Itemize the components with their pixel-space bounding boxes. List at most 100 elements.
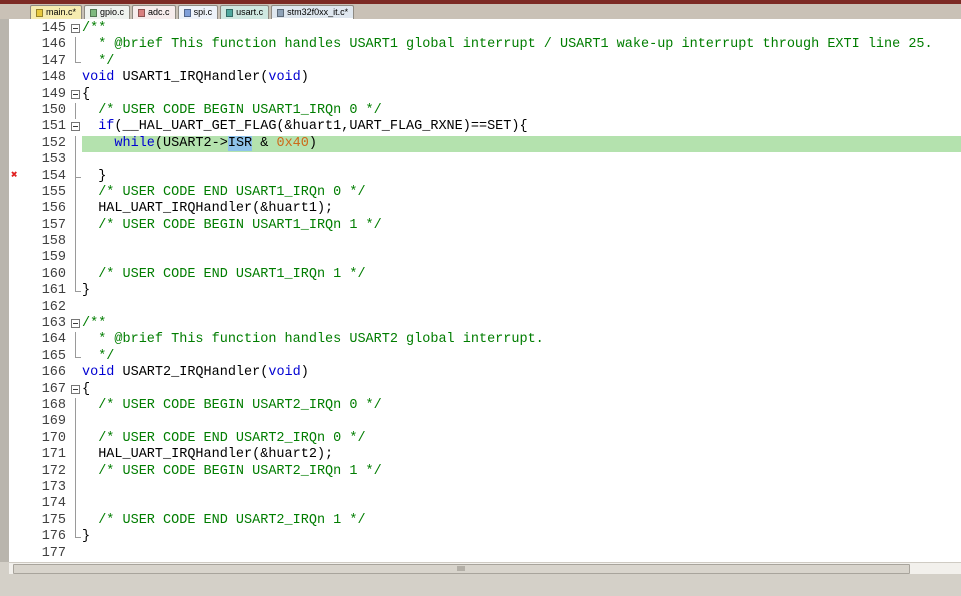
file-icon (90, 8, 98, 17)
line-number[interactable]: 146 (27, 37, 69, 53)
code-text: */ (82, 53, 115, 69)
code-line[interactable]: 164 * @brief This function handles USART… (9, 332, 961, 349)
fold-margin (69, 430, 82, 448)
line-number[interactable]: 161 (27, 283, 69, 299)
code-line[interactable]: 170 /* USER CODE END USART2_IRQn 0 */ (9, 430, 961, 448)
code-line[interactable]: 172 /* USER CODE BEGIN USART2_IRQn 1 */ (9, 463, 961, 480)
code-text: * @brief This function handles USART1 gl… (82, 37, 933, 53)
line-number[interactable]: 156 (27, 201, 69, 217)
line-number[interactable]: 155 (27, 185, 69, 201)
fold-toggle-icon[interactable] (69, 382, 82, 398)
scrollbar-thumb[interactable] (12, 564, 910, 574)
code-line[interactable]: 151 if(__HAL_UART_GET_FLAG(&huart1,UART_… (9, 119, 961, 136)
line-number[interactable]: 162 (27, 300, 69, 316)
fold-margin (69, 135, 82, 153)
tab-gpio-c[interactable]: gpio.c (84, 5, 131, 19)
line-number[interactable]: 163 (27, 316, 69, 332)
line-number[interactable]: 160 (27, 267, 69, 283)
line-number[interactable]: 176 (27, 529, 69, 545)
line-number[interactable]: 172 (27, 464, 69, 480)
tab-stm32f0xx-it-c[interactable]: stm32f0xx_it.c* (271, 5, 355, 19)
code-line[interactable]: 168 /* USER CODE BEGIN USART2_IRQn 0 */ (9, 397, 961, 415)
marker-margin (9, 70, 27, 86)
code-line[interactable]: 177 (9, 545, 961, 562)
line-number[interactable]: 145 (27, 21, 69, 37)
fold-toggle-icon[interactable] (69, 87, 82, 103)
marker-margin (9, 496, 27, 512)
code-text: /* USER CODE END USART1_IRQn 1 */ (98, 266, 366, 282)
code-line[interactable]: 166 void USART2_IRQHandler(void) (9, 365, 961, 382)
code-line[interactable]: ✖ 154 } (9, 168, 961, 185)
code-line[interactable]: 175 /* USER CODE END USART2_IRQn 1 */ (9, 512, 961, 530)
code-line[interactable]: 153 (9, 152, 961, 169)
code-line[interactable]: 158 (9, 234, 961, 251)
line-number[interactable]: 170 (27, 431, 69, 447)
code-line[interactable]: 155 /* USER CODE END USART1_IRQn 0 */ (9, 184, 961, 202)
tab-spi-c[interactable]: spi.c (177, 5, 219, 19)
fold-margin (69, 348, 82, 365)
line-number[interactable]: 167 (27, 382, 69, 398)
line-number[interactable]: 165 (27, 349, 69, 365)
code-line[interactable]: 145 /** (9, 21, 961, 38)
tab-adc-c[interactable]: adc.c (132, 5, 176, 19)
code-line[interactable]: 150 /* USER CODE BEGIN USART1_IRQn 0 */ (9, 102, 961, 120)
fold-toggle-icon[interactable] (69, 316, 82, 332)
line-number[interactable]: 148 (27, 70, 69, 86)
code-line[interactable]: 162 (9, 299, 961, 317)
code-text: void USART2_IRQHandler(void) (82, 365, 309, 381)
marker-margin (9, 365, 27, 381)
code-line[interactable]: 174 (9, 496, 961, 513)
line-number[interactable]: 164 (27, 332, 69, 348)
line-number[interactable]: 147 (27, 54, 69, 70)
code-line[interactable]: 149 { (9, 86, 961, 103)
line-number[interactable]: 168 (27, 398, 69, 414)
code-text: /** (82, 316, 107, 332)
code-editor[interactable]: 145/** 146 * @brief This function handles… (0, 19, 961, 562)
code-text: /* USER CODE BEGIN USART2_IRQn 1 */ (98, 463, 382, 479)
code-line[interactable]: 157 /* USER CODE BEGIN USART1_IRQn 1 */ (9, 217, 961, 235)
code-line[interactable]: 169 (9, 414, 961, 431)
line-number[interactable]: 158 (27, 234, 69, 250)
code-line[interactable]: 161} (9, 283, 961, 300)
line-number[interactable]: 151 (27, 119, 69, 135)
code-line[interactable]: 146 * @brief This function handles USART… (9, 37, 961, 54)
line-number[interactable]: 177 (27, 546, 69, 562)
fold-toggle-icon[interactable] (69, 21, 82, 37)
line-number[interactable]: 169 (27, 414, 69, 430)
code-line[interactable]: 147 */ (9, 53, 961, 71)
code-line[interactable]: 159 (9, 250, 961, 267)
tab-main-c[interactable]: main.c* (30, 5, 83, 19)
code-text: { (82, 381, 91, 397)
line-number[interactable]: 149 (27, 87, 69, 103)
tab-usart-c[interactable]: usart.c (220, 5, 270, 19)
marker-margin (9, 250, 27, 266)
code-line[interactable]: 176} (9, 529, 961, 546)
line-number[interactable]: 153 (27, 152, 69, 168)
file-icon (36, 8, 43, 17)
line-number[interactable]: 157 (27, 218, 69, 234)
code-line[interactable]: 167 { (9, 381, 961, 398)
code-line[interactable]: 173 (9, 479, 961, 497)
line-number[interactable]: 173 (27, 480, 69, 496)
line-number[interactable]: 159 (27, 250, 69, 266)
code-line[interactable]: 171 HAL_UART_IRQHandler(&huart2); (9, 447, 961, 464)
line-number[interactable]: 154 (27, 169, 69, 185)
fold-margin (69, 397, 82, 415)
code-line[interactable]: 148 void USART1_IRQHandler(void) (9, 70, 961, 87)
code-line[interactable]: 165 */ (9, 348, 961, 366)
line-number[interactable]: 175 (27, 513, 69, 529)
fold-toggle-icon[interactable] (69, 119, 82, 135)
line-number[interactable]: 171 (27, 447, 69, 463)
code-line[interactable]: 160 /* USER CODE END USART1_IRQn 1 */ (9, 266, 961, 284)
horizontal-scrollbar[interactable] (9, 562, 961, 574)
line-number[interactable]: 152 (27, 136, 69, 152)
code-line[interactable]: 152 while(USART2->ISR & 0x40) (9, 135, 961, 153)
line-number[interactable]: 166 (27, 365, 69, 381)
code-line[interactable]: 163 /** (9, 316, 961, 333)
line-number[interactable]: 150 (27, 103, 69, 119)
line-number[interactable]: 174 (27, 496, 69, 512)
code-line[interactable]: 156 HAL_UART_IRQHandler(&huart1); (9, 201, 961, 218)
marker-margin (9, 398, 27, 414)
